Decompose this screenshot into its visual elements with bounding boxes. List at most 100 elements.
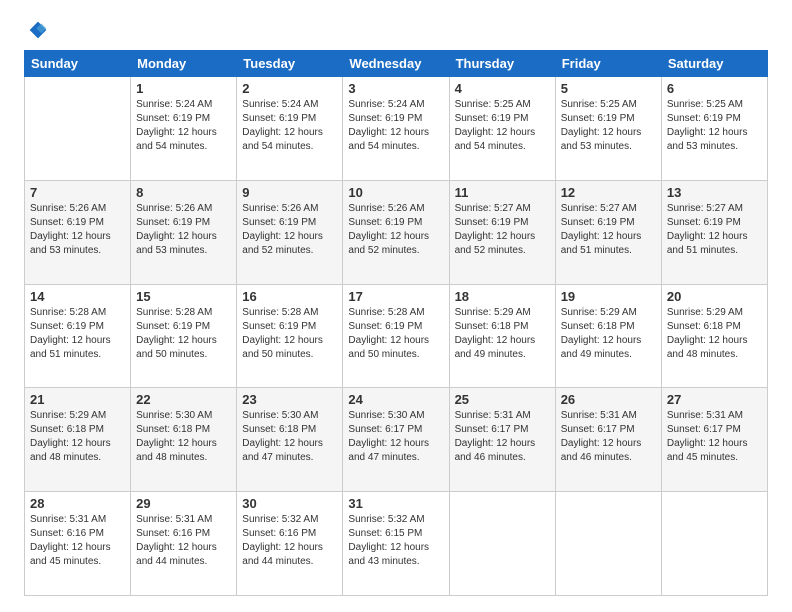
day-number: 12 xyxy=(561,185,656,200)
day-info: Sunrise: 5:26 AM Sunset: 6:19 PM Dayligh… xyxy=(242,202,337,258)
calendar-cell: 7Sunrise: 5:26 AM Sunset: 6:19 PM Daylig… xyxy=(25,180,131,284)
day-info: Sunrise: 5:29 AM Sunset: 6:18 PM Dayligh… xyxy=(455,306,550,362)
calendar-cell: 2Sunrise: 5:24 AM Sunset: 6:19 PM Daylig… xyxy=(237,77,343,181)
day-info: Sunrise: 5:27 AM Sunset: 6:19 PM Dayligh… xyxy=(561,202,656,258)
day-number: 30 xyxy=(242,496,337,511)
day-info: Sunrise: 5:29 AM Sunset: 6:18 PM Dayligh… xyxy=(561,306,656,362)
calendar-cell xyxy=(25,77,131,181)
day-number: 11 xyxy=(455,185,550,200)
day-number: 22 xyxy=(136,392,231,407)
day-number: 1 xyxy=(136,81,231,96)
day-info: Sunrise: 5:30 AM Sunset: 6:18 PM Dayligh… xyxy=(136,409,231,465)
day-number: 3 xyxy=(348,81,443,96)
header xyxy=(24,20,768,40)
day-number: 24 xyxy=(348,392,443,407)
day-info: Sunrise: 5:24 AM Sunset: 6:19 PM Dayligh… xyxy=(348,98,443,154)
calendar-week-5: 28 Sunrise: 5:31 AM Sunset: 6:16 PM Dayli… xyxy=(25,492,768,596)
day-number: 21 xyxy=(30,392,125,407)
day-number: 15 xyxy=(136,289,231,304)
calendar-cell xyxy=(555,492,661,596)
calendar-cell: 4 Sunrise: 5:25 AM Sunset: 6:19 PM Daylig… xyxy=(449,77,555,181)
day-number: 7 xyxy=(30,185,125,200)
calendar-cell: 25Sunrise: 5:31 AM Sunset: 6:17 PM Dayli… xyxy=(449,388,555,492)
calendar-cell: 24 Sunrise: 5:30 AM Sunset: 6:17 PM Dayli… xyxy=(343,388,449,492)
day-info: Sunrise: 5:27 AM Sunset: 6:19 PM Dayligh… xyxy=(667,202,762,258)
day-number: 16 xyxy=(242,289,337,304)
calendar-cell: 22 Sunrise: 5:30 AM Sunset: 6:18 PM Dayli… xyxy=(131,388,237,492)
day-number: 6 xyxy=(667,81,762,96)
calendar-cell: 31 Sunrise: 5:32 AM Sunset: 6:15 PM Dayli… xyxy=(343,492,449,596)
calendar-cell: 6 Sunrise: 5:25 AM Sunset: 6:19 PM Daylig… xyxy=(661,77,767,181)
day-number: 25 xyxy=(455,392,550,407)
calendar-cell: 17Sunrise: 5:28 AM Sunset: 6:19 PM Dayli… xyxy=(343,284,449,388)
day-info: Sunrise: 5:31 AM Sunset: 6:17 PM Dayligh… xyxy=(561,409,656,465)
calendar-week-3: 14 Sunrise: 5:28 AM Sunset: 6:19 PM Dayli… xyxy=(25,284,768,388)
day-number: 28 xyxy=(30,496,125,511)
calendar-header-saturday: Saturday xyxy=(661,51,767,77)
day-number: 23 xyxy=(242,392,337,407)
day-info: Sunrise: 5:29 AM Sunset: 6:18 PM Dayligh… xyxy=(30,409,125,465)
calendar-header-wednesday: Wednesday xyxy=(343,51,449,77)
calendar-cell: 16 Sunrise: 5:28 AM Sunset: 6:19 PM Dayli… xyxy=(237,284,343,388)
day-info: Sunrise: 5:31 AM Sunset: 6:16 PM Dayligh… xyxy=(136,513,231,569)
calendar-cell: 20 Sunrise: 5:29 AM Sunset: 6:18 PM Dayli… xyxy=(661,284,767,388)
day-number: 9 xyxy=(242,185,337,200)
calendar-cell: 10 Sunrise: 5:26 AM Sunset: 6:19 PM Dayli… xyxy=(343,180,449,284)
calendar-cell: 27Sunrise: 5:31 AM Sunset: 6:17 PM Dayli… xyxy=(661,388,767,492)
calendar-cell: 8 Sunrise: 5:26 AM Sunset: 6:19 PM Daylig… xyxy=(131,180,237,284)
day-info: Sunrise: 5:30 AM Sunset: 6:17 PM Dayligh… xyxy=(348,409,443,465)
day-info: Sunrise: 5:31 AM Sunset: 6:16 PM Dayligh… xyxy=(30,513,125,569)
day-info: Sunrise: 5:32 AM Sunset: 6:16 PM Dayligh… xyxy=(242,513,337,569)
day-info: Sunrise: 5:28 AM Sunset: 6:19 PM Dayligh… xyxy=(242,306,337,362)
calendar-cell: 1 Sunrise: 5:24 AM Sunset: 6:19 PM Daylig… xyxy=(131,77,237,181)
day-info: Sunrise: 5:32 AM Sunset: 6:15 PM Dayligh… xyxy=(348,513,443,569)
calendar-cell xyxy=(661,492,767,596)
calendar-cell: 19 Sunrise: 5:29 AM Sunset: 6:18 PM Dayli… xyxy=(555,284,661,388)
calendar-cell: 9 Sunrise: 5:26 AM Sunset: 6:19 PM Daylig… xyxy=(237,180,343,284)
day-number: 14 xyxy=(30,289,125,304)
calendar-cell: 15 Sunrise: 5:28 AM Sunset: 6:19 PM Dayli… xyxy=(131,284,237,388)
day-number: 31 xyxy=(348,496,443,511)
calendar-cell: 5 Sunrise: 5:25 AM Sunset: 6:19 PM Daylig… xyxy=(555,77,661,181)
day-info: Sunrise: 5:28 AM Sunset: 6:19 PM Dayligh… xyxy=(30,306,125,362)
day-info: Sunrise: 5:26 AM Sunset: 6:19 PM Dayligh… xyxy=(348,202,443,258)
day-number: 5 xyxy=(561,81,656,96)
day-info: Sunrise: 5:27 AM Sunset: 6:19 PM Dayligh… xyxy=(455,202,550,258)
calendar-cell: 13 Sunrise: 5:27 AM Sunset: 6:19 PM Dayli… xyxy=(661,180,767,284)
calendar-cell: 30 Sunrise: 5:32 AM Sunset: 6:16 PM Dayli… xyxy=(237,492,343,596)
calendar-week-1: 1 Sunrise: 5:24 AM Sunset: 6:19 PM Daylig… xyxy=(25,77,768,181)
day-info: Sunrise: 5:24 AM Sunset: 6:19 PM Dayligh… xyxy=(136,98,231,154)
calendar-header-thursday: Thursday xyxy=(449,51,555,77)
calendar-header-friday: Friday xyxy=(555,51,661,77)
calendar-cell: 21 Sunrise: 5:29 AM Sunset: 6:18 PM Dayli… xyxy=(25,388,131,492)
calendar-header-row: SundayMondayTuesdayWednesdayThursdayFrid… xyxy=(25,51,768,77)
day-info: Sunrise: 5:28 AM Sunset: 6:19 PM Dayligh… xyxy=(136,306,231,362)
day-number: 10 xyxy=(348,185,443,200)
day-info: Sunrise: 5:25 AM Sunset: 6:19 PM Dayligh… xyxy=(667,98,762,154)
day-info: Sunrise: 5:29 AM Sunset: 6:18 PM Dayligh… xyxy=(667,306,762,362)
calendar-cell: 26 Sunrise: 5:31 AM Sunset: 6:17 PM Dayli… xyxy=(555,388,661,492)
day-number: 19 xyxy=(561,289,656,304)
day-number: 29 xyxy=(136,496,231,511)
calendar-week-4: 21 Sunrise: 5:29 AM Sunset: 6:18 PM Dayli… xyxy=(25,388,768,492)
day-number: 13 xyxy=(667,185,762,200)
calendar-cell: 29 Sunrise: 5:31 AM Sunset: 6:16 PM Dayli… xyxy=(131,492,237,596)
calendar-header-monday: Monday xyxy=(131,51,237,77)
calendar-table: SundayMondayTuesdayWednesdayThursdayFrid… xyxy=(24,50,768,596)
day-info: Sunrise: 5:26 AM Sunset: 6:19 PM Dayligh… xyxy=(136,202,231,258)
logo-icon xyxy=(28,20,48,40)
calendar-cell: 18 Sunrise: 5:29 AM Sunset: 6:18 PM Dayli… xyxy=(449,284,555,388)
day-number: 8 xyxy=(136,185,231,200)
day-info: Sunrise: 5:28 AM Sunset: 6:19 PM Dayligh… xyxy=(348,306,443,362)
day-number: 18 xyxy=(455,289,550,304)
calendar-week-2: 7 Sunrise: 5:26 AM Sunset: 6:19 PM Daylig… xyxy=(25,180,768,284)
day-info: Sunrise: 5:24 AM Sunset: 6:19 PM Dayligh… xyxy=(242,98,337,154)
day-number: 20 xyxy=(667,289,762,304)
day-info: Sunrise: 5:25 AM Sunset: 6:19 PM Dayligh… xyxy=(455,98,550,154)
day-number: 26 xyxy=(561,392,656,407)
day-info: Sunrise: 5:25 AM Sunset: 6:19 PM Dayligh… xyxy=(561,98,656,154)
logo xyxy=(24,20,50,40)
day-number: 4 xyxy=(455,81,550,96)
page: SundayMondayTuesdayWednesdayThursdayFrid… xyxy=(0,0,792,612)
day-number: 27 xyxy=(667,392,762,407)
